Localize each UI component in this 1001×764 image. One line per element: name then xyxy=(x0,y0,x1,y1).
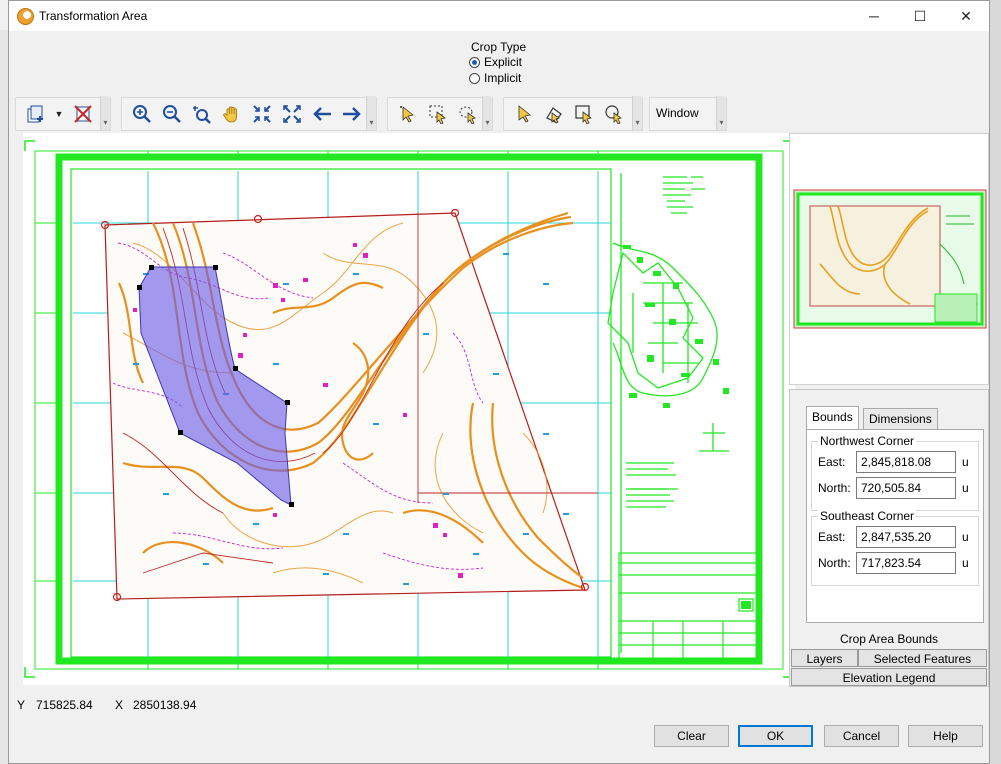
southeast-north-row: North: u xyxy=(818,551,978,575)
x-coordinate-value: 2850138.94 xyxy=(133,698,197,712)
bounds-panel: Bounds Dimensions Northwest Corner East:… xyxy=(789,389,989,687)
bounds-tab-content: Northwest Corner East: u North: u Southe… xyxy=(806,429,984,623)
southeast-east-label: East: xyxy=(818,530,846,544)
northwest-east-unit: u xyxy=(962,455,969,469)
zoom-extents-icon[interactable] xyxy=(248,101,275,128)
x-coordinate-label: X xyxy=(115,698,124,712)
tab-bounds[interactable]: Bounds xyxy=(806,406,859,430)
edit-lasso-icon[interactable] xyxy=(600,101,627,128)
zoom-in-icon[interactable] xyxy=(128,101,155,128)
zoom-window-icon[interactable] xyxy=(188,101,215,128)
remove-layer-icon[interactable] xyxy=(69,101,96,128)
close-button[interactable]: ✕ xyxy=(943,1,989,31)
toolbar-grip[interactable]: ▾ xyxy=(632,96,642,130)
title-bar: Transformation Area ─ ☐ ✕ xyxy=(9,1,989,31)
toolbar-grip[interactable]: ▾ xyxy=(716,96,726,130)
northwest-north-label: North: xyxy=(818,481,851,495)
help-button[interactable]: Help xyxy=(908,725,983,747)
crop-area-bounds-caption: Crop Area Bounds xyxy=(839,632,939,646)
radio-implicit[interactable]: Implicit xyxy=(469,71,521,85)
window-menu-button[interactable]: Window xyxy=(656,106,699,120)
crop-type-group: Crop Type Explicit Implicit xyxy=(467,37,535,89)
northwest-north-row: North: u xyxy=(818,476,978,500)
edit-node-icon[interactable] xyxy=(540,101,567,128)
cancel-button[interactable]: Cancel xyxy=(824,725,899,747)
minimize-button[interactable]: ─ xyxy=(851,1,897,31)
northwest-east-label: East: xyxy=(818,455,846,469)
edit-toolbar: ▾ xyxy=(503,96,643,131)
view-toolbar: ▾ xyxy=(121,96,377,131)
zoom-out-icon[interactable] xyxy=(158,101,185,128)
tab-selected-features[interactable]: Selected Features xyxy=(858,649,987,667)
toolbar-grip[interactable]: ▾ xyxy=(100,96,110,130)
layer-toolbar: ▼ ▾ xyxy=(15,96,111,131)
radio-implicit-indicator[interactable] xyxy=(469,72,480,84)
next-view-icon[interactable] xyxy=(338,101,365,128)
radio-explicit[interactable]: Explicit xyxy=(469,55,522,69)
southeast-east-input[interactable] xyxy=(856,526,956,548)
status-bar: Y 715825.84 X 2850138.94 xyxy=(9,689,989,721)
select-pointer-icon[interactable] xyxy=(394,101,421,128)
y-coordinate-value: 715825.84 xyxy=(36,698,93,712)
add-layer-icon[interactable] xyxy=(22,101,49,128)
map-canvas[interactable] xyxy=(23,133,795,685)
window-title: Transformation Area xyxy=(39,9,148,23)
southeast-north-label: North: xyxy=(818,556,851,570)
radio-explicit-label: Explicit xyxy=(484,55,523,69)
southeast-north-input[interactable] xyxy=(856,552,956,574)
edit-rectangle-icon[interactable] xyxy=(570,101,597,128)
app-screen: Transformation Area ─ ☐ ✕ Crop Type Expl… xyxy=(0,0,1001,764)
dropdown-arrow-icon[interactable]: ▼ xyxy=(52,101,66,128)
selection-toolbar: ▾ xyxy=(387,96,493,131)
select-lasso-icon[interactable] xyxy=(454,101,481,128)
southeast-east-unit: u xyxy=(962,530,969,544)
crop-type-label: Crop Type xyxy=(471,40,527,54)
y-coordinate-label: Y xyxy=(17,698,26,712)
northwest-north-input[interactable] xyxy=(856,477,956,499)
northwest-east-input[interactable] xyxy=(856,451,956,473)
pan-hand-icon[interactable] xyxy=(218,101,245,128)
window-toolbar: Window ▾ xyxy=(649,96,727,131)
southeast-corner-group: Southeast Corner East: u North: u xyxy=(811,509,979,586)
tab-elevation-legend[interactable]: Elevation Legend xyxy=(791,668,987,686)
northwest-east-row: East: u xyxy=(818,450,978,474)
southeast-corner-title: Southeast Corner xyxy=(818,509,917,523)
select-rectangle-icon[interactable] xyxy=(424,101,451,128)
map-view[interactable] xyxy=(23,133,795,685)
clear-button[interactable]: Clear xyxy=(654,725,729,747)
select-arrow-icon[interactable] xyxy=(510,101,537,128)
zoom-fit-icon[interactable] xyxy=(278,101,305,128)
southeast-east-row: East: u xyxy=(818,525,978,549)
previous-view-icon[interactable] xyxy=(308,101,335,128)
tab-dimensions[interactable]: Dimensions xyxy=(863,408,938,430)
northwest-north-unit: u xyxy=(962,481,969,495)
maximize-button[interactable]: ☐ xyxy=(897,1,943,31)
overview-canvas[interactable] xyxy=(790,134,988,384)
northwest-corner-title: Northwest Corner xyxy=(818,434,917,448)
transformation-area-dialog: Transformation Area ─ ☐ ✕ Crop Type Expl… xyxy=(8,0,990,764)
app-logo-icon xyxy=(17,8,34,25)
tab-layers[interactable]: Layers xyxy=(791,649,858,667)
radio-implicit-label: Implicit xyxy=(484,71,522,85)
toolbar-grip[interactable]: ▾ xyxy=(366,96,376,130)
overview-map[interactable] xyxy=(789,133,989,385)
southeast-north-unit: u xyxy=(962,556,969,570)
northwest-corner-group: Northwest Corner East: u North: u xyxy=(811,434,979,511)
ok-button[interactable]: OK xyxy=(738,725,813,747)
toolbar-grip[interactable]: ▾ xyxy=(482,96,492,130)
radio-explicit-indicator[interactable] xyxy=(469,56,480,68)
